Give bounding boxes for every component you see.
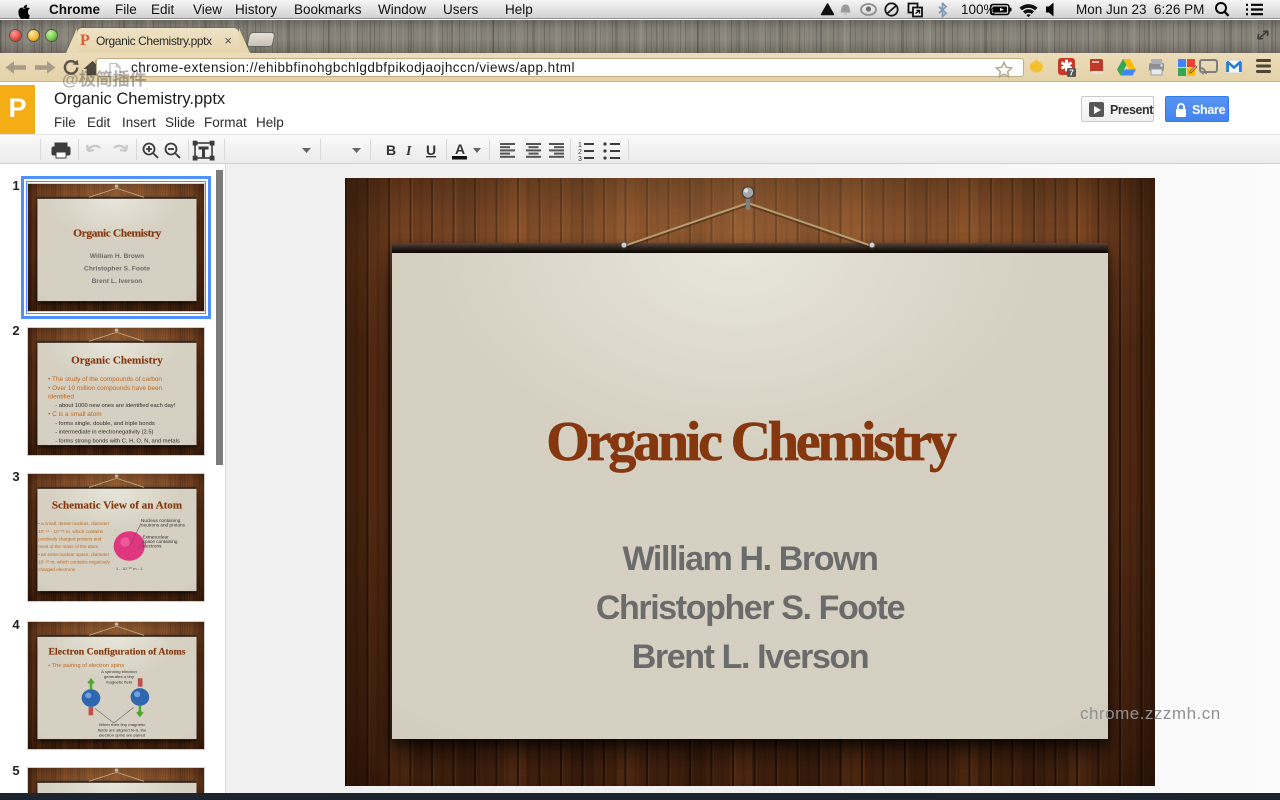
svg-text:3: 3	[578, 156, 582, 163]
svg-text:7: 7	[1069, 68, 1074, 78]
svg-text:I: I	[405, 144, 412, 159]
svg-text:U: U	[426, 142, 436, 158]
svg-text:magnetic field: magnetic field	[106, 679, 133, 684]
svg-text:2: 2	[578, 149, 582, 156]
svg-text:neutrons and protons: neutrons and protons	[141, 523, 186, 528]
svg-text:A: A	[455, 141, 465, 157]
svg-text:B: B	[386, 142, 396, 158]
svg-text:1: 1	[578, 142, 582, 149]
svg-text:electron spins are paired: electron spins are paired	[99, 732, 146, 737]
svg-text:1 - 10⁻¹⁰ m - 1: 1 - 10⁻¹⁰ m - 1	[116, 566, 144, 571]
svg-text:electrons: electrons	[143, 544, 163, 549]
